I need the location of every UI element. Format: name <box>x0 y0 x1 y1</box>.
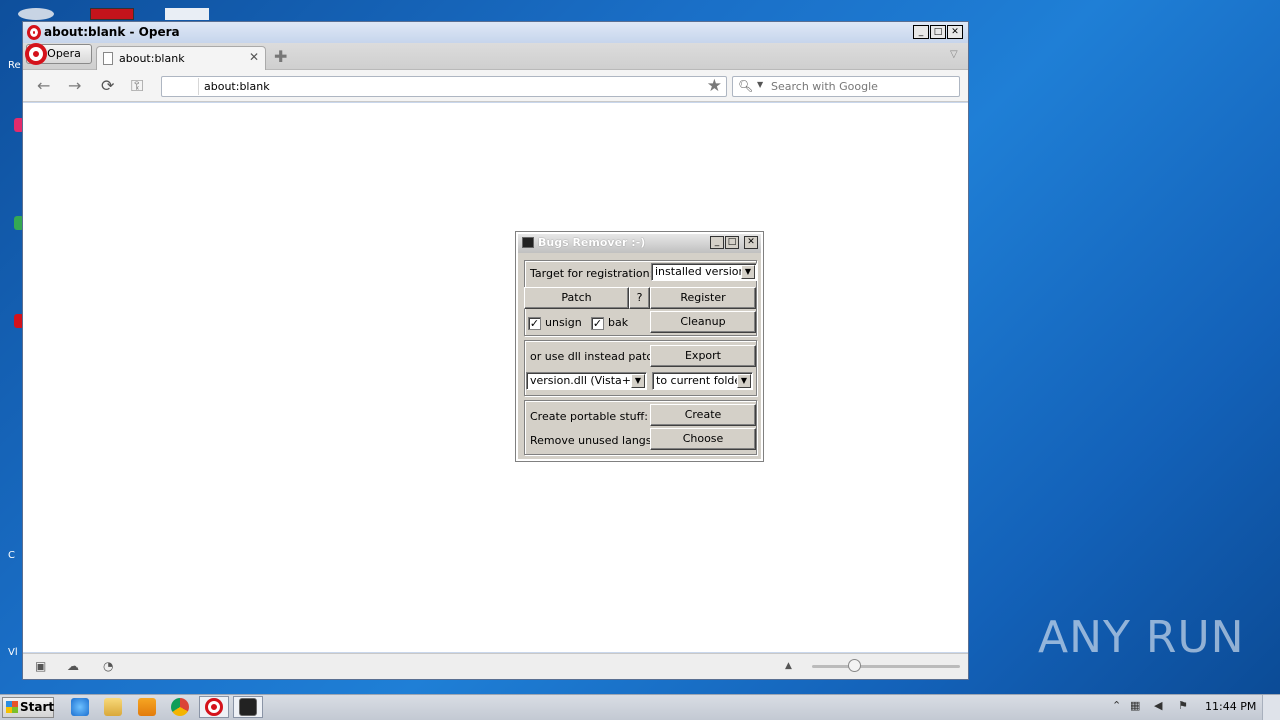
target-dropdown[interactable]: installed version ▼ <box>651 263 757 281</box>
dropdown-arrow-icon: ▼ <box>631 374 645 388</box>
zoom-slider-track[interactable] <box>812 665 960 668</box>
opera-menu-button[interactable]: Opera <box>25 43 92 65</box>
desktop-label-fragment: Vl <box>8 647 18 658</box>
cloud-icon[interactable]: ☁ <box>67 659 79 673</box>
bugs-remover-icon <box>239 698 257 716</box>
zoom-slider-thumb[interactable] <box>848 659 861 672</box>
minimize-button[interactable]: _ <box>913 25 929 39</box>
search-engine-dropdown-icon[interactable]: ▼ <box>757 80 763 89</box>
folder-dropdown[interactable]: to current folder ▼ <box>652 372 753 390</box>
bugs-remover-dialog: Bugs Remover :-) _ □ ✕ Target for regist… <box>515 231 764 462</box>
document-icon[interactable] <box>165 8 209 20</box>
file-explorer-icon[interactable] <box>104 698 122 716</box>
dll-label: or use dll instead patch: <box>530 350 664 363</box>
tab-label: about:blank <box>119 52 185 65</box>
opera-logo-icon <box>25 43 47 65</box>
target-value: installed version <box>655 265 746 278</box>
search-icon: 🔍︎ <box>738 79 754 93</box>
dropdown-arrow-icon: ▼ <box>741 265 755 279</box>
back-icon[interactable]: ← <box>37 76 50 95</box>
tab-menu-chevron-icon[interactable]: ▽ <box>950 49 958 60</box>
clock[interactable]: 11:44 PM <box>1205 700 1256 713</box>
show-desktop-button[interactable] <box>1262 695 1280 720</box>
app-icon <box>522 237 534 248</box>
help-button[interactable]: ? <box>629 287 650 309</box>
action-center-flag-icon[interactable]: ⚑ <box>1178 699 1188 712</box>
start-label: Start <box>20 700 55 714</box>
close-tab-icon[interactable]: ✕ <box>249 50 259 64</box>
taskbar <box>0 694 1280 720</box>
maximize-button[interactable]: □ <box>930 25 946 39</box>
maximize-button[interactable]: □ <box>725 236 739 249</box>
cleanup-button[interactable]: Cleanup <box>650 311 756 333</box>
panel-toggle-icon[interactable]: ▣ <box>35 659 46 673</box>
network-icon[interactable]: ▦ <box>1130 699 1140 712</box>
show-hidden-icons-icon[interactable]: ⌃ <box>1112 699 1121 712</box>
desktop-label-fragment: Re <box>8 60 21 71</box>
start-button[interactable]: Start <box>2 697 54 718</box>
search-field[interactable]: 🔍︎ ▼ Search with Google <box>732 76 960 97</box>
opera-logo-icon <box>27 25 41 40</box>
export-button[interactable]: Export <box>650 345 756 367</box>
dialog-title-bar[interactable]: Bugs Remover :-) _ □ ✕ <box>518 234 761 253</box>
address-value: about:blank <box>204 80 270 93</box>
close-button[interactable]: ✕ <box>947 25 963 39</box>
register-button[interactable]: Register <box>650 287 756 309</box>
unsign-checkbox[interactable]: ✓ <box>528 317 541 330</box>
dialog-title: Bugs Remover :-) <box>538 236 646 249</box>
search-placeholder: Search with Google <box>771 80 878 93</box>
media-player-icon[interactable] <box>138 698 156 716</box>
address-separator <box>198 78 199 95</box>
dll-value: version.dll (Vista+) <box>530 374 636 387</box>
dropdown-arrow-icon: ▼ <box>737 374 751 388</box>
forward-icon[interactable]: → <box>68 76 81 95</box>
anyrun-watermark: ANY RUN <box>1038 612 1245 663</box>
target-label: Target for registration: <box>530 267 654 280</box>
dll-dropdown[interactable]: version.dll (Vista+) ▼ <box>526 372 647 390</box>
page-icon <box>103 52 113 65</box>
chrome-icon[interactable] <box>171 698 189 716</box>
up-arrow-icon[interactable]: ▲ <box>785 661 792 671</box>
choose-button[interactable]: Choose <box>650 428 756 450</box>
window-title: about:blank - Opera <box>44 25 180 39</box>
opera-icon <box>205 698 223 716</box>
key-icon[interactable]: ⚿ <box>131 76 143 96</box>
title-bar[interactable]: about:blank - Opera _ □ ✕ <box>23 22 968 43</box>
address-bar[interactable]: about:blank ★ <box>161 76 727 97</box>
tab-about-blank[interactable]: about:blank ✕ <box>96 46 266 70</box>
volume-icon[interactable]: ◀ <box>1154 699 1162 712</box>
internet-explorer-icon[interactable] <box>71 698 89 716</box>
bookmark-star-icon[interactable]: ★ <box>707 76 722 96</box>
langs-label: Remove unused langs: <box>530 434 656 447</box>
bak-label: bak <box>608 316 629 329</box>
create-button[interactable]: Create <box>650 404 756 426</box>
recycle-bin-icon[interactable] <box>18 8 54 20</box>
reload-icon[interactable]: ⟳ <box>101 76 114 95</box>
folder-value: to current folder <box>656 374 746 387</box>
windows-logo-icon <box>6 701 18 713</box>
opera-menu-label: Opera <box>47 47 81 60</box>
page-content[interactable] <box>23 103 968 652</box>
portable-label: Create portable stuff: <box>530 410 648 423</box>
desktop-shortcut-icon[interactable] <box>90 8 134 20</box>
close-button[interactable]: ✕ <box>744 236 758 249</box>
bak-checkbox[interactable]: ✓ <box>591 317 604 330</box>
desktop-label-fragment: C <box>8 550 15 561</box>
new-tab-icon[interactable]: ✚ <box>274 47 287 66</box>
patch-button[interactable]: Patch <box>524 287 629 309</box>
opera-window: about:blank - Opera _ □ ✕ Opera about:bl… <box>22 21 969 680</box>
speed-dial-icon[interactable]: ◔ <box>103 659 113 673</box>
minimize-button[interactable]: _ <box>710 236 724 249</box>
unsign-label: unsign <box>545 316 582 329</box>
